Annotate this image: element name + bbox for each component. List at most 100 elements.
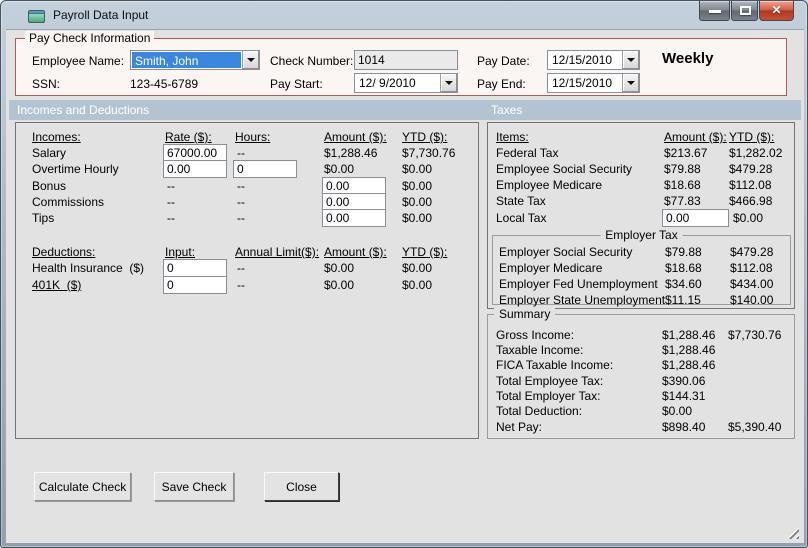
deductions-col-amount: Amount ($): — [324, 245, 387, 259]
salary-hours: -- — [237, 146, 245, 160]
commissions-hours: -- — [237, 195, 245, 209]
incomes-col-ytd: YTD ($): — [402, 130, 448, 144]
taxes-col-amount: Amount ($): — [664, 130, 727, 144]
employee-medicare-label: Employee Medicare — [496, 178, 603, 192]
health-insurance-label: Health Insurance ($) — [32, 261, 145, 275]
federal-tax-ytd: $1,282.02 — [729, 146, 783, 160]
employer-fed-unemployment-ytd: $434.00 — [730, 277, 774, 291]
employer-medicare-label: Employer Medicare — [499, 261, 603, 275]
total-employer-tax-label: Total Employer Tax: — [496, 389, 601, 403]
tips-hours: -- — [237, 211, 245, 225]
employer-tax-group-label: Employer Tax — [600, 228, 683, 243]
tips-ytd: $0.00 — [402, 211, 433, 225]
pay-start-dropdown-button[interactable] — [440, 74, 457, 92]
total-deduction-amount: $0.00 — [662, 404, 693, 418]
state-tax-ytd: $466.98 — [729, 194, 773, 208]
chevron-down-icon — [627, 81, 635, 85]
salary-label: Salary — [32, 146, 67, 160]
pay-start-value: 12/ 9/2010 — [359, 76, 416, 90]
pay-date-value: 12/15/2010 — [552, 53, 613, 67]
minimize-button[interactable] — [699, 1, 730, 21]
calculate-check-button[interactable]: Calculate Check — [34, 472, 131, 501]
employer-state-unemployment-label: Employer State Unemployment — [499, 293, 666, 307]
employer-medicare-ytd: $112.08 — [730, 261, 773, 275]
taxes-col-item: Items: — [496, 130, 529, 144]
employer-ss-ytd: $479.28 — [730, 245, 774, 259]
fica-taxable-income-amount: $1,288.46 — [662, 358, 716, 372]
ssn-label: SSN: — [32, 77, 61, 91]
incomes-deductions-panel: Incomes: Rate ($): Hours: Amount ($): YT… — [15, 122, 479, 439]
taxes-col-ytd: YTD ($): — [729, 130, 775, 144]
employer-state-unemployment-ytd: $140.00 — [730, 293, 774, 307]
deductions-col-input: Input: — [165, 245, 196, 259]
employee-medicare-ytd: $112.08 — [729, 178, 772, 192]
401k-link[interactable]: 401K ($) — [32, 278, 81, 292]
local-tax-input[interactable] — [662, 209, 729, 227]
maximize-button[interactable] — [731, 1, 758, 21]
gross-income-amount: $1,288.46 — [662, 328, 716, 342]
section-header-bar: Incomes and Deductions Taxes — [9, 100, 801, 120]
tips-amount-input[interactable] — [322, 209, 386, 227]
employer-fed-unemployment-amount: $34.60 — [665, 277, 702, 291]
taxes-panel: Items: Amount ($): YTD ($): Federal Tax … — [487, 122, 795, 309]
titlebar[interactable]: Payroll Data Input ✕ — [1, 1, 807, 29]
federal-tax-label: Federal Tax — [496, 146, 559, 160]
total-employee-tax-amount: $390.06 — [662, 374, 706, 388]
deductions-col-ytd: YTD ($): — [402, 245, 448, 259]
gross-income-ytd: $7,730.76 — [728, 328, 782, 342]
pay-end-dropdown-button[interactable] — [622, 74, 639, 92]
incomes-col-amount: Amount ($): — [324, 130, 387, 144]
employer-ss-label: Employer Social Security — [499, 245, 633, 259]
close-icon: ✕ — [771, 3, 782, 17]
401k-input[interactable] — [163, 276, 227, 294]
total-employee-tax-label: Total Employee Tax: — [496, 374, 604, 388]
tips-label: Tips — [32, 211, 55, 225]
health-insurance-input[interactable] — [163, 259, 227, 277]
window-title: Payroll Data Input — [53, 8, 149, 22]
total-deduction-label: Total Deduction: — [496, 404, 583, 418]
taxable-income-amount: $1,288.46 — [662, 343, 716, 357]
pay-start-picker[interactable]: 12/ 9/2010 — [354, 73, 458, 93]
incomes-col-rate: Rate ($): — [165, 130, 212, 144]
close-window-button[interactable]: ✕ — [759, 1, 794, 21]
salary-amount: $1,288.46 — [324, 146, 378, 160]
overtime-amount: $0.00 — [324, 162, 355, 176]
employee-name-combobox[interactable]: Smith, John — [130, 50, 260, 70]
minimize-icon — [709, 10, 721, 13]
employer-tax-group: Employer Tax Employer Social Security $7… — [492, 228, 791, 307]
pay-date-dropdown-button[interactable] — [622, 51, 639, 69]
net-pay-amount: $898.40 — [662, 420, 706, 434]
close-button[interactable]: Close — [264, 472, 339, 501]
employer-state-unemployment-amount: $11.15 — [665, 293, 701, 307]
tips-rate: -- — [167, 211, 175, 225]
check-number-input[interactable] — [354, 50, 458, 70]
employee-ss-ytd: $479.28 — [729, 162, 773, 176]
incomes-deductions-section-title: Incomes and Deductions — [17, 103, 150, 117]
summary-group: Summary Gross Income: $1,288.46 $7,730.7… — [487, 307, 795, 439]
incomes-col-item: Incomes: — [32, 130, 81, 144]
employee-ss-amount: $79.88 — [664, 162, 701, 176]
save-check-button[interactable]: Save Check — [154, 472, 234, 501]
state-tax-amount: $77.83 — [664, 194, 701, 208]
health-insurance-limit: -- — [237, 261, 245, 275]
fica-taxable-income-label: FICA Taxable Income: — [496, 358, 614, 372]
employee-name-dropdown-button[interactable] — [242, 51, 259, 69]
overtime-ytd: $0.00 — [402, 162, 433, 176]
employee-ss-label: Employee Social Security — [496, 162, 633, 176]
pay-end-picker[interactable]: 12/15/2010 — [547, 73, 640, 93]
overtime-rate-input[interactable] — [163, 160, 227, 178]
local-tax-ytd: $0.00 — [733, 211, 764, 225]
pay-date-label: Pay Date: — [477, 54, 530, 68]
total-employer-tax-amount: $144.31 — [662, 389, 706, 403]
app-icon — [28, 10, 45, 23]
taxable-income-label: Taxable Income: — [496, 343, 584, 357]
overtime-hours-input[interactable] — [233, 160, 297, 178]
federal-tax-amount: $213.67 — [664, 146, 708, 160]
overtime-label: Overtime Hourly — [32, 162, 119, 176]
health-insurance-ytd: $0.00 — [402, 261, 433, 275]
pay-date-picker[interactable]: 12/15/2010 — [547, 50, 640, 70]
commissions-rate: -- — [167, 195, 175, 209]
deductions-col-item: Deductions: — [32, 245, 96, 259]
net-pay-ytd: $5,390.40 — [728, 420, 782, 434]
commissions-label: Commissions — [32, 195, 105, 209]
